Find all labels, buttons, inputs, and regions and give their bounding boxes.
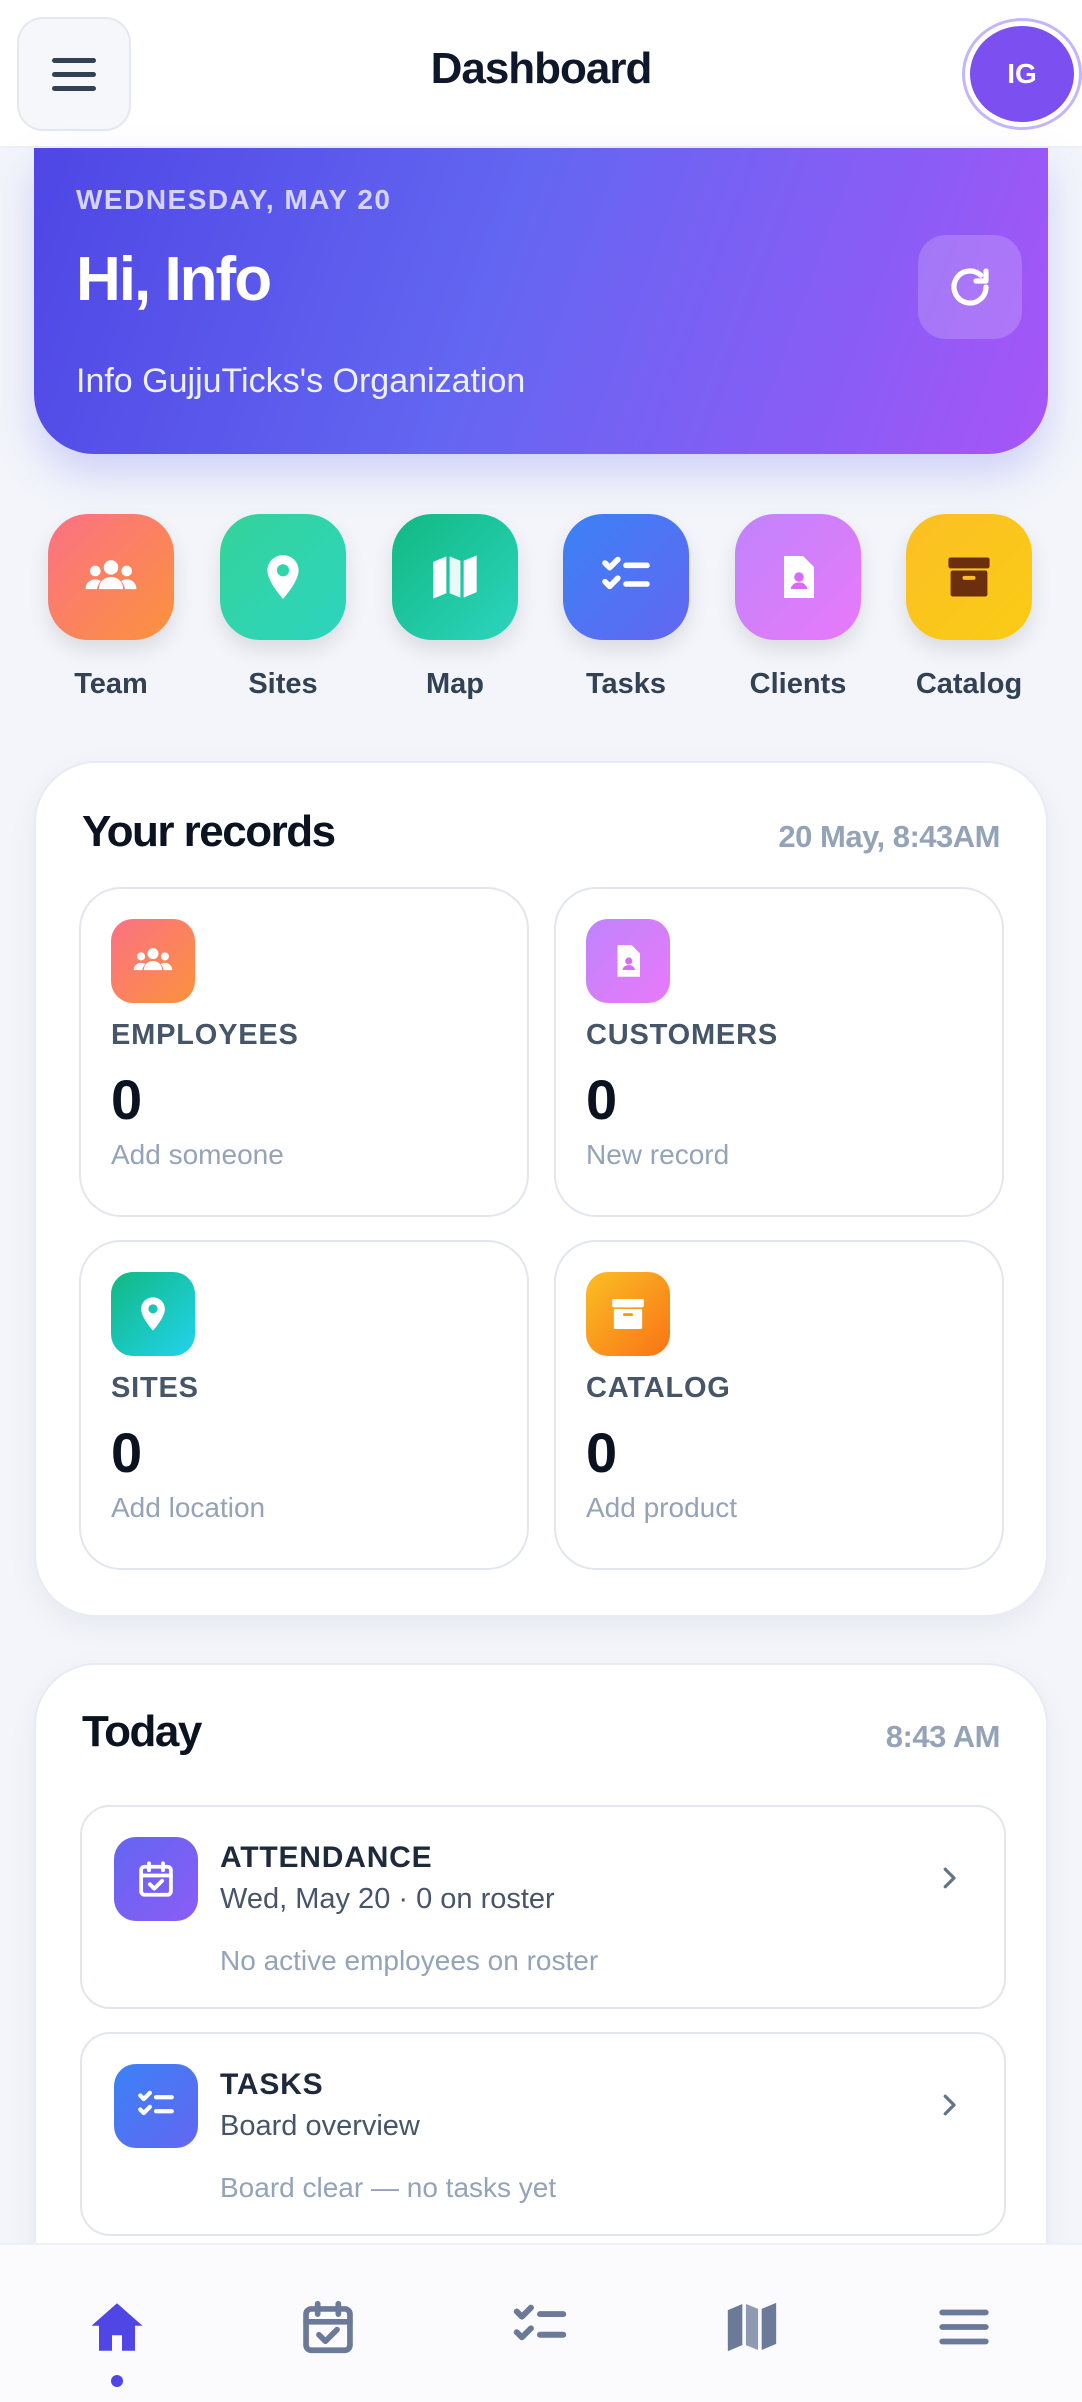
- hero-date: WEDNESDAY, MAY 20: [76, 184, 392, 215]
- chevron-right-icon: [943, 2094, 956, 2116]
- quick-action-label: Tasks: [585, 668, 667, 700]
- archive-box-icon: [612, 1299, 644, 1329]
- record-count: 0: [586, 1421, 618, 1484]
- record-tile-catalog[interactable]: CATALOG 0 Add product: [554, 1240, 1004, 1570]
- quick-action-label: Catalog: [915, 668, 1023, 700]
- record-label: EMPLOYEES: [111, 1019, 299, 1051]
- records-title: Your records: [82, 807, 336, 856]
- avatar[interactable]: IG: [970, 26, 1074, 122]
- quick-action-catalog[interactable]: Catalog: [906, 514, 1032, 701]
- records-card: Your records 20 May, 8:43AM EMPLOYEES 0 …: [34, 761, 1048, 1617]
- today-title: Today: [82, 1707, 202, 1756]
- team-icon: [133, 948, 173, 971]
- calendar-check-icon: [139, 1861, 173, 1897]
- contact-file-icon: [617, 945, 640, 977]
- tasks-checklist-icon: [513, 2304, 567, 2341]
- nav-tasks[interactable]: [500, 2287, 580, 2367]
- record-count: 0: [111, 1421, 143, 1484]
- team-icon: [85, 560, 137, 590]
- record-label: CUSTOMERS: [586, 1019, 778, 1051]
- calendar-check-icon: [303, 2300, 353, 2354]
- top-bar: Dashboard IG: [0, 0, 1082, 148]
- page-title: Dashboard: [430, 44, 653, 93]
- records-timestamp: 20 May, 8:43AM: [778, 819, 1000, 854]
- bottom-nav: [0, 2243, 1082, 2402]
- active-indicator: [111, 2375, 123, 2387]
- today-time: 8:43 AM: [885, 1719, 1001, 1754]
- record-tile-employees[interactable]: EMPLOYEES 0 Add someone: [79, 887, 529, 1217]
- location-pin-icon: [141, 1297, 165, 1331]
- nav-menu[interactable]: [924, 2287, 1004, 2367]
- quick-action-clients[interactable]: Clients: [735, 514, 861, 701]
- contact-file-icon: [784, 556, 814, 598]
- quick-action-team[interactable]: Team: [48, 514, 174, 701]
- today-item-subtitle: Wed, May 20 · 0 on roster: [220, 1883, 555, 1915]
- today-item-title: ATTENDANCE: [220, 1841, 433, 1874]
- today-item-attendance[interactable]: ATTENDANCE Wed, May 20 · 0 on roster No …: [80, 1805, 1006, 2009]
- map-icon: [727, 2302, 777, 2352]
- quick-action-label: Clients: [749, 668, 847, 700]
- record-hint: Add someone: [111, 1139, 284, 1170]
- today-card: Today 8:43 AM ATTENDANCE Wed, May 20 · 0…: [34, 1663, 1048, 2303]
- hero-greeting: Hi, Info: [76, 245, 272, 314]
- quick-action-label: Map: [426, 668, 484, 700]
- record-tile-customers[interactable]: CUSTOMERS 0 New record: [554, 887, 1004, 1217]
- nav-map[interactable]: [712, 2287, 792, 2367]
- record-label: SITES: [111, 1372, 199, 1404]
- today-item-note: Board clear — no tasks yet: [220, 2172, 557, 2203]
- quick-action-label: Team: [74, 668, 148, 700]
- menu-icon: [939, 2309, 989, 2345]
- nav-attendance[interactable]: [288, 2287, 368, 2367]
- today-item-subtitle: Board overview: [220, 2110, 420, 2142]
- quick-action-label: Sites: [248, 668, 318, 700]
- tasks-checklist-icon: [138, 2090, 174, 2116]
- tasks-checklist-icon: [602, 556, 650, 590]
- hero-organization: Info GujjuTicks's Organization: [76, 362, 526, 400]
- record-hint: New record: [586, 1139, 730, 1170]
- hero-banner: WEDNESDAY, MAY 20 Hi, Info Info GujjuTic…: [34, 148, 1048, 454]
- quick-action-map[interactable]: Map: [392, 514, 518, 701]
- quick-action-sites[interactable]: Sites: [220, 514, 346, 701]
- nav-home[interactable]: [77, 2287, 157, 2367]
- record-label: CATALOG: [586, 1372, 731, 1404]
- today-item-tasks[interactable]: TASKS Board overview Board clear — no ta…: [80, 2032, 1006, 2236]
- refresh-icon: [951, 268, 989, 306]
- record-count: 0: [111, 1068, 143, 1131]
- home-icon: [91, 2303, 143, 2351]
- location-pin-icon: [267, 555, 299, 599]
- refresh-button[interactable]: [918, 235, 1022, 339]
- today-item-title: TASKS: [220, 2068, 324, 2101]
- map-icon: [433, 555, 477, 599]
- record-count: 0: [586, 1068, 618, 1131]
- archive-box-icon: [948, 557, 990, 597]
- record-hint: Add location: [111, 1492, 266, 1523]
- chevron-right-icon: [943, 1867, 956, 1889]
- quick-action-tasks[interactable]: Tasks: [563, 514, 689, 701]
- record-hint: Add product: [586, 1492, 737, 1523]
- record-tile-sites[interactable]: SITES 0 Add location: [79, 1240, 529, 1570]
- today-item-note: No active employees on roster: [220, 1945, 599, 1976]
